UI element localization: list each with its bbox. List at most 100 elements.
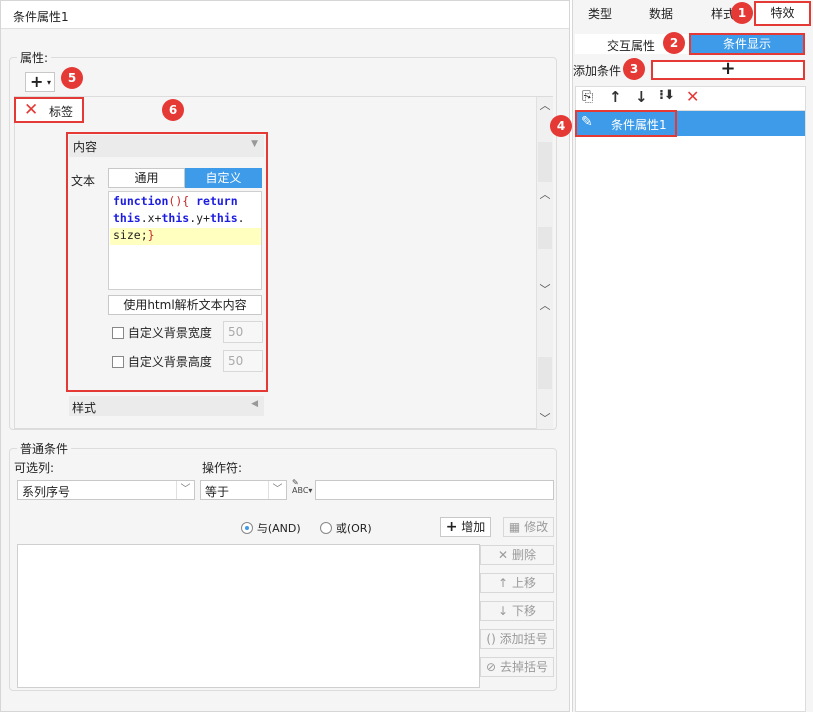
column-select[interactable]: 系列序号 ﹀: [17, 480, 195, 500]
scroll-thumb-3[interactable]: [538, 357, 552, 389]
delete-icon[interactable]: ✕: [686, 87, 699, 106]
edit-icon[interactable]: ✎: [581, 114, 593, 130]
delete-label: 删除: [511, 548, 536, 562]
operator-label: 操作符:: [202, 461, 243, 475]
chevron-left-icon[interactable]: ◀: [251, 399, 258, 409]
style-header-label: 样式: [72, 401, 97, 415]
or-radio-row[interactable]: 或(OR): [320, 520, 372, 536]
scroll-up-icon-2[interactable]: ︿: [537, 187, 553, 203]
tab-effects[interactable]: 特效: [754, 1, 811, 26]
arrow-up-icon[interactable]: ↑: [609, 88, 622, 106]
code-keyword-return: return: [196, 194, 238, 208]
add-condition-plus-button[interactable]: +: [651, 60, 805, 80]
copy-icon[interactable]: ⎘: [582, 89, 593, 105]
operator-select[interactable]: 等于 ﹀: [200, 480, 287, 500]
remove-bracket-icon: ⊘: [486, 660, 497, 674]
scroll-up-icon-3[interactable]: ︿: [537, 298, 553, 314]
formula-abc-icon[interactable]: ✎ ABC▾: [292, 479, 314, 501]
and-label: 与(AND): [256, 522, 301, 535]
tab-common[interactable]: 通用: [108, 168, 185, 188]
scroll-thumb-2[interactable]: [538, 227, 552, 249]
html-parse-button[interactable]: 使用html解析文本内容: [108, 295, 262, 315]
content-header-label: 内容: [73, 140, 98, 154]
attribute-scrollbar[interactable]: ︿ ︿ ﹀ ︿ ﹀: [536, 97, 553, 429]
code-editor[interactable]: function(){ return this.x+this.y+this. s…: [108, 191, 262, 290]
add-bracket-button[interactable]: () 添加括号: [480, 629, 554, 649]
custom-bg-height-checkbox[interactable]: [112, 355, 124, 368]
badge-4: 4: [550, 115, 572, 137]
custom-bg-height-input[interactable]: 50: [223, 350, 263, 372]
scroll-down-icon[interactable]: ﹀: [537, 282, 553, 298]
code-brace: }: [147, 228, 155, 242]
move-down-label: 下移: [511, 604, 536, 618]
bracket-icon: (): [486, 632, 496, 646]
chevron-down-icon: ﹀: [268, 481, 286, 499]
move-down-button[interactable]: ↓ 下移: [480, 601, 554, 621]
code-keyword: function: [113, 194, 169, 208]
arrow-up-icon: ↑: [498, 576, 509, 590]
badge-1: 1: [731, 2, 753, 24]
code-line-2: this.x+this.y+this.: [113, 211, 245, 225]
modify-icon: ▦: [508, 520, 521, 534]
style-header[interactable]: 样式 ◀: [69, 396, 264, 416]
remove-bracket-button[interactable]: ⊘ 去掉括号: [480, 657, 554, 677]
code-keyword-this: this: [113, 211, 141, 225]
move-up-button[interactable]: ↑ 上移: [480, 573, 554, 593]
add-attribute-button[interactable]: + ▾: [25, 72, 55, 92]
scroll-up-icon[interactable]: ︿: [537, 98, 553, 114]
value-input[interactable]: [315, 480, 554, 500]
column-label: 可选列:: [14, 461, 55, 475]
code-paren: (){: [168, 194, 190, 208]
and-radio[interactable]: [241, 522, 253, 534]
move-up-label: 上移: [511, 576, 536, 590]
content-header[interactable]: 内容 ▼: [69, 135, 264, 157]
close-icon[interactable]: ✕: [24, 100, 38, 120]
scroll-thumb[interactable]: [538, 142, 552, 182]
list-item-label: 条件属性1: [611, 118, 667, 132]
modify-condition-label: 修改: [524, 520, 549, 534]
custom-bg-width-row: 自定义背景宽度: [112, 324, 212, 341]
badge-3: 3: [623, 58, 645, 80]
condition-item-list: [575, 110, 806, 712]
close-icon: ✕: [498, 548, 509, 562]
tag-attribute-item[interactable]: ✕ 标签: [14, 97, 84, 123]
modify-condition-button[interactable]: ▦ 修改: [503, 517, 554, 537]
arrow-down-icon[interactable]: ↓: [635, 88, 648, 106]
code-keyword-this2: this: [161, 211, 190, 225]
badge-6: 6: [162, 99, 184, 121]
add-condition-label: 添加条件: [573, 64, 622, 78]
tab-data[interactable]: 数据: [649, 5, 673, 22]
custom-bg-height-row: 自定义背景高度: [112, 353, 212, 370]
condition-item-highlight[interactable]: ✎ 条件属性1: [575, 110, 677, 137]
conditions-legend: 普通条件: [17, 440, 72, 457]
custom-bg-width-checkbox[interactable]: [112, 326, 124, 339]
add-bracket-label: 添加括号: [499, 632, 548, 646]
window-title: 条件属性1: [1, 1, 569, 29]
or-radio[interactable]: [320, 522, 332, 534]
column-select-value: 系列序号: [22, 485, 71, 499]
custom-bg-width-input[interactable]: 50: [223, 321, 263, 343]
custom-bg-width-label: 自定义背景宽度: [127, 326, 212, 340]
plus-icon: +: [445, 519, 458, 535]
code-line-1: function(){ return: [113, 193, 257, 210]
tab-type[interactable]: 类型: [588, 5, 612, 22]
chevron-down-icon: ▾: [46, 78, 51, 87]
custom-bg-height-label: 自定义背景高度: [127, 355, 212, 369]
condition-list[interactable]: [17, 544, 480, 688]
code-line-3: size;}: [113, 228, 155, 242]
chevron-down-icon: ﹀: [176, 481, 194, 499]
operator-select-value: 等于: [205, 485, 230, 499]
text-label: 文本: [71, 174, 96, 188]
sub-tab-condition[interactable]: 条件显示: [689, 33, 805, 55]
attributes-legend: 属性:: [17, 49, 52, 66]
add-condition-label: 增加: [461, 520, 486, 534]
tab-custom[interactable]: 自定义: [185, 168, 262, 188]
tab-effects-label: 特效: [770, 6, 795, 20]
and-radio-row[interactable]: 与(AND): [241, 520, 301, 536]
add-condition-button[interactable]: + 增加: [440, 517, 491, 537]
badge-2: 2: [663, 32, 685, 54]
collapse-icon[interactable]: ▼: [251, 139, 258, 149]
move-bottom-icon[interactable]: ⁝⬇: [659, 88, 675, 103]
delete-button[interactable]: ✕ 删除: [480, 545, 554, 565]
scroll-down-icon-2[interactable]: ﹀: [537, 411, 553, 427]
